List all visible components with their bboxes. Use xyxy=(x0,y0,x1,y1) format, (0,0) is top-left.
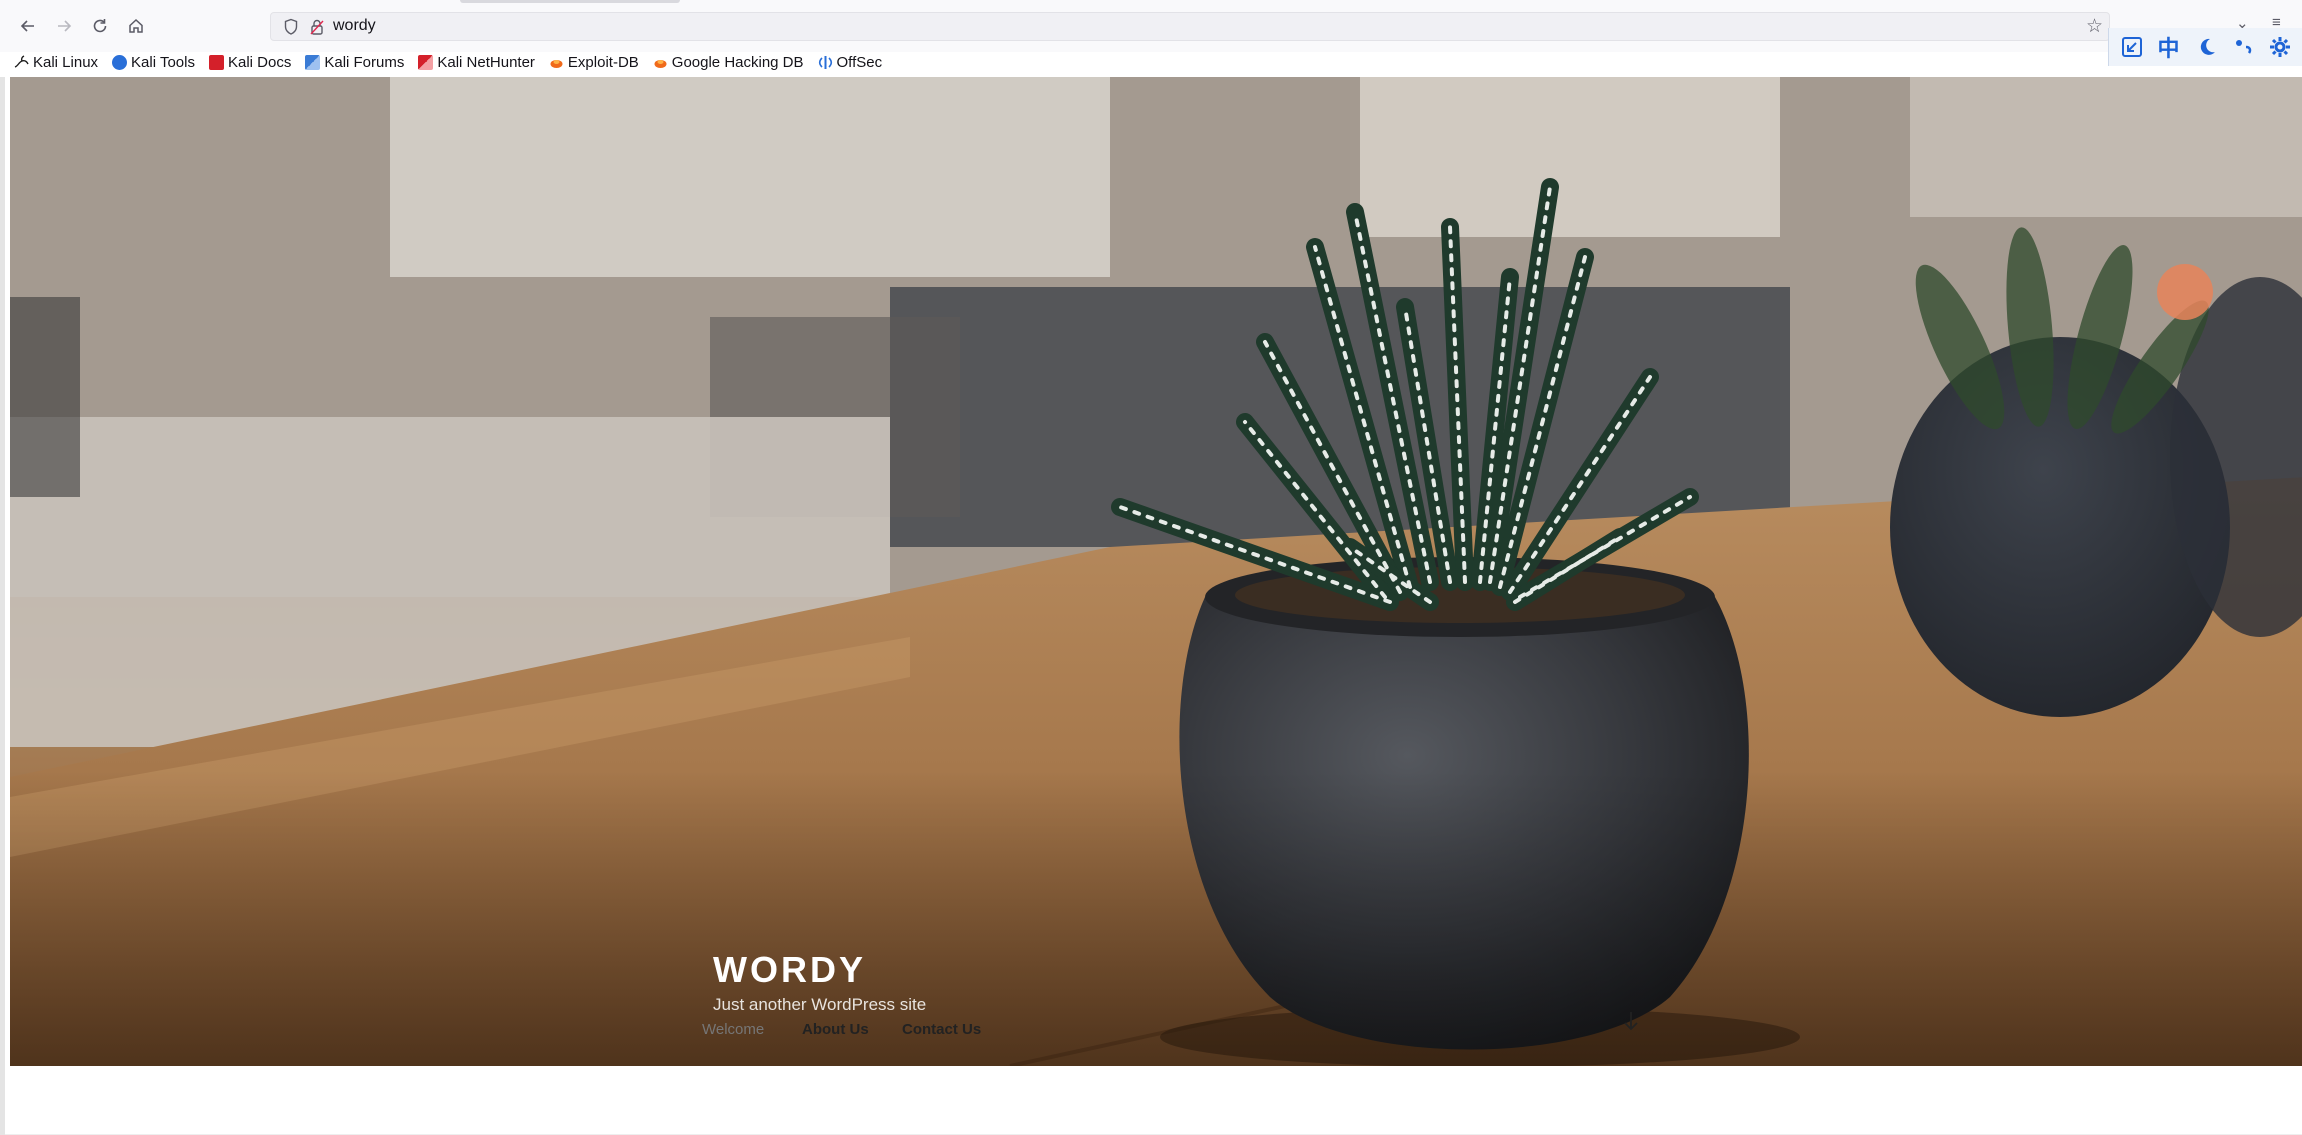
browser-toolbar: wordy ☆ ⌄ ≡ Kali Linux Kali Tools Kali D… xyxy=(0,0,2302,71)
bookmark-google-hacking-db[interactable]: Google Hacking DB xyxy=(653,54,804,71)
extension-toolbar: 中 xyxy=(2108,28,2302,66)
forward-icon[interactable] xyxy=(52,14,76,38)
bookmark-kali-tools[interactable]: Kali Tools xyxy=(112,54,195,71)
back-icon[interactable] xyxy=(16,14,40,38)
bookmark-kali-linux[interactable]: Kali Linux xyxy=(14,54,98,71)
url-text[interactable]: wordy xyxy=(333,17,376,35)
dark-mode-icon[interactable] xyxy=(2191,32,2221,62)
site-title[interactable]: WORDY xyxy=(713,949,866,991)
translate-icon[interactable]: 中 xyxy=(2154,32,2184,62)
screenshot-icon[interactable] xyxy=(2117,32,2147,62)
web-page: WORDY Just another WordPress site xyxy=(0,77,2302,1135)
header-hero-image: WORDY Just another WordPress site xyxy=(10,77,2302,1066)
home-icon[interactable] xyxy=(124,14,148,38)
bookmark-exploit-db[interactable]: Exploit-DB xyxy=(549,54,639,71)
menu-item-welcome[interactable]: Welcome xyxy=(702,1021,764,1038)
ghdb-icon xyxy=(653,55,668,70)
bookmarks-toolbar: Kali Linux Kali Tools Kali Docs Kali For… xyxy=(14,50,882,74)
offsec-icon xyxy=(818,55,833,70)
reload-icon[interactable] xyxy=(88,14,112,38)
kali-nethunter-icon xyxy=(418,54,434,70)
settings-icon[interactable] xyxy=(2265,32,2295,62)
address-bar[interactable]: wordy ☆ xyxy=(270,12,2110,41)
site-description: Just another WordPress site xyxy=(713,995,927,1014)
kali-tools-icon xyxy=(112,54,128,70)
kali-dragon-icon xyxy=(14,54,29,70)
scroll-down-arrow-icon[interactable] xyxy=(1623,1010,1639,1038)
kali-docs-icon xyxy=(208,54,224,70)
bookmark-offsec[interactable]: OffSec xyxy=(818,54,882,71)
tracking-protection-icon[interactable] xyxy=(283,18,299,36)
menu-item-contact-us[interactable]: Contact Us xyxy=(902,1021,981,1038)
menu-item-about-us[interactable]: About Us xyxy=(802,1021,869,1038)
kali-forums-icon xyxy=(305,54,321,70)
bookmark-star-icon[interactable]: ☆ xyxy=(2086,15,2103,38)
exploit-db-icon xyxy=(549,55,564,70)
site-navigation xyxy=(5,1066,2302,1135)
active-tab-indicator[interactable] xyxy=(460,0,680,3)
insecure-connection-icon[interactable] xyxy=(309,18,325,36)
bookmark-kali-nethunter[interactable]: Kali NetHunter xyxy=(418,54,535,71)
link-icon[interactable] xyxy=(2228,32,2258,62)
succulent-plant-photo xyxy=(10,77,2302,1066)
bookmark-kali-docs[interactable]: Kali Docs xyxy=(208,54,291,71)
bookmark-kali-forums[interactable]: Kali Forums xyxy=(305,54,404,71)
